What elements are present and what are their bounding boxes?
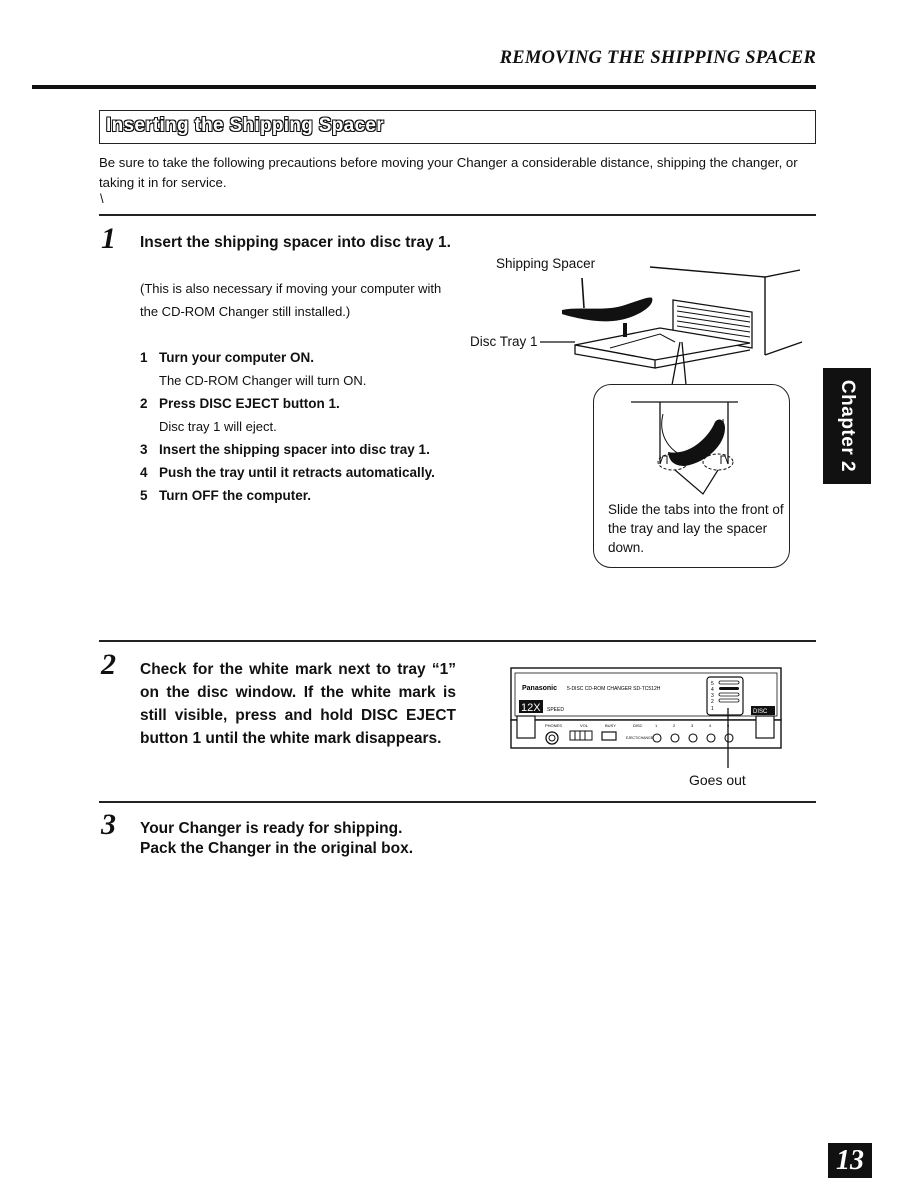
substep-detail: The CD-ROM Changer will turn ON. xyxy=(159,373,367,388)
brand-text: Panasonic xyxy=(522,685,557,692)
section-title: Inserting the Shipping Spacer xyxy=(105,114,384,136)
changer-front-panel-illustration: Panasonic 5-DISC CD-ROM CHANGER SD-TC512… xyxy=(510,667,782,768)
step-1-number: 1 xyxy=(101,222,116,255)
phones-label: PHONES xyxy=(545,723,562,728)
step-2-heading: Check for the white mark next to tray “1… xyxy=(140,661,456,747)
busy-indicator xyxy=(601,731,617,741)
step-3-line-1: Your Changer is ready for shipping. xyxy=(140,820,403,837)
page-number: 13 xyxy=(828,1143,872,1178)
stray-mark: \ xyxy=(100,191,104,206)
svg-text:2: 2 xyxy=(711,699,714,705)
substep-text: Insert the shipping spacer into disc tra… xyxy=(159,442,430,457)
eject-change-label: EJECT/CHANGE xyxy=(626,736,654,740)
substep-number: 3 xyxy=(140,442,148,457)
step-1-substeps: 1 Turn your computer ON. The CD-ROM Chang… xyxy=(140,346,456,507)
spacer-tabs-detail-illustration xyxy=(631,401,738,495)
busy-label: BUSY xyxy=(605,723,616,728)
disc-eject-button-4[interactable] xyxy=(706,733,716,743)
goes-out-label: Goes out xyxy=(689,772,746,788)
disc-eject-button-3[interactable] xyxy=(688,733,698,743)
step-3-number: 3 xyxy=(101,808,116,841)
substep-text: Turn OFF the computer. xyxy=(159,488,312,503)
substep-4: 4 Push the tray until it retracts automat… xyxy=(140,461,456,484)
substep-number: 2 xyxy=(140,396,148,411)
substep-text: Press DISC EJECT button 1. xyxy=(159,396,340,411)
step-2-number: 2 xyxy=(101,648,116,681)
speed-badge: 12X xyxy=(521,702,541,714)
divider xyxy=(99,640,816,642)
substep-5: 5 Turn OFF the computer. xyxy=(140,484,456,507)
substep-text: Turn your computer ON. xyxy=(159,350,315,365)
intro-paragraph: Be sure to take the following precaution… xyxy=(99,155,798,190)
disc-eject-button-2[interactable] xyxy=(670,733,680,743)
changer-tray-illustration xyxy=(540,266,803,386)
svg-text:1: 1 xyxy=(711,706,714,712)
header-rule xyxy=(32,85,816,89)
step-3-line-2: Pack the Changer in the original box. xyxy=(140,840,414,857)
substep-number: 4 xyxy=(140,465,148,480)
volume-label: VOL xyxy=(580,723,589,728)
substep-2: 2 Press DISC EJECT button 1. Disc tray 1 … xyxy=(140,392,456,438)
substep-number: 1 xyxy=(140,350,148,365)
step-1-heading: Insert the shipping spacer into disc tra… xyxy=(140,234,451,251)
chapter-tab-label: Chapter 2 xyxy=(823,368,871,484)
disc-eject-button-1[interactable] xyxy=(652,733,662,743)
disc-eject-button-5[interactable] xyxy=(724,733,734,743)
substep-detail: Disc tray 1 will eject. xyxy=(159,419,277,434)
model-text: 5-DISC CD-ROM CHANGER SD-TC512H xyxy=(567,686,661,692)
chapter-label-text: Chapter 2 xyxy=(837,379,859,473)
cd-logo: DISC xyxy=(753,709,768,715)
substep-number: 5 xyxy=(140,488,148,503)
disc-label: DISC xyxy=(633,723,643,728)
divider xyxy=(99,214,816,216)
callout-text: Slide the tabs into the front of the tra… xyxy=(608,502,784,555)
volume-control[interactable] xyxy=(569,730,593,741)
page-header-title: REMOVING THE SHIPPING SPACER xyxy=(499,48,816,68)
substep-3: 3 Insert the shipping spacer into disc tr… xyxy=(140,438,456,461)
step-3-heading: Your Changer is ready for shipping. Pack… xyxy=(140,819,540,859)
divider xyxy=(99,801,816,803)
substep-text: Push the tray until it retracts automati… xyxy=(159,465,435,480)
substep-1: 1 Turn your computer ON. The CD-ROM Chang… xyxy=(140,346,456,392)
step-1-note: (This is also necessary if moving your c… xyxy=(140,281,442,319)
speed-label: SPEED xyxy=(547,707,564,713)
